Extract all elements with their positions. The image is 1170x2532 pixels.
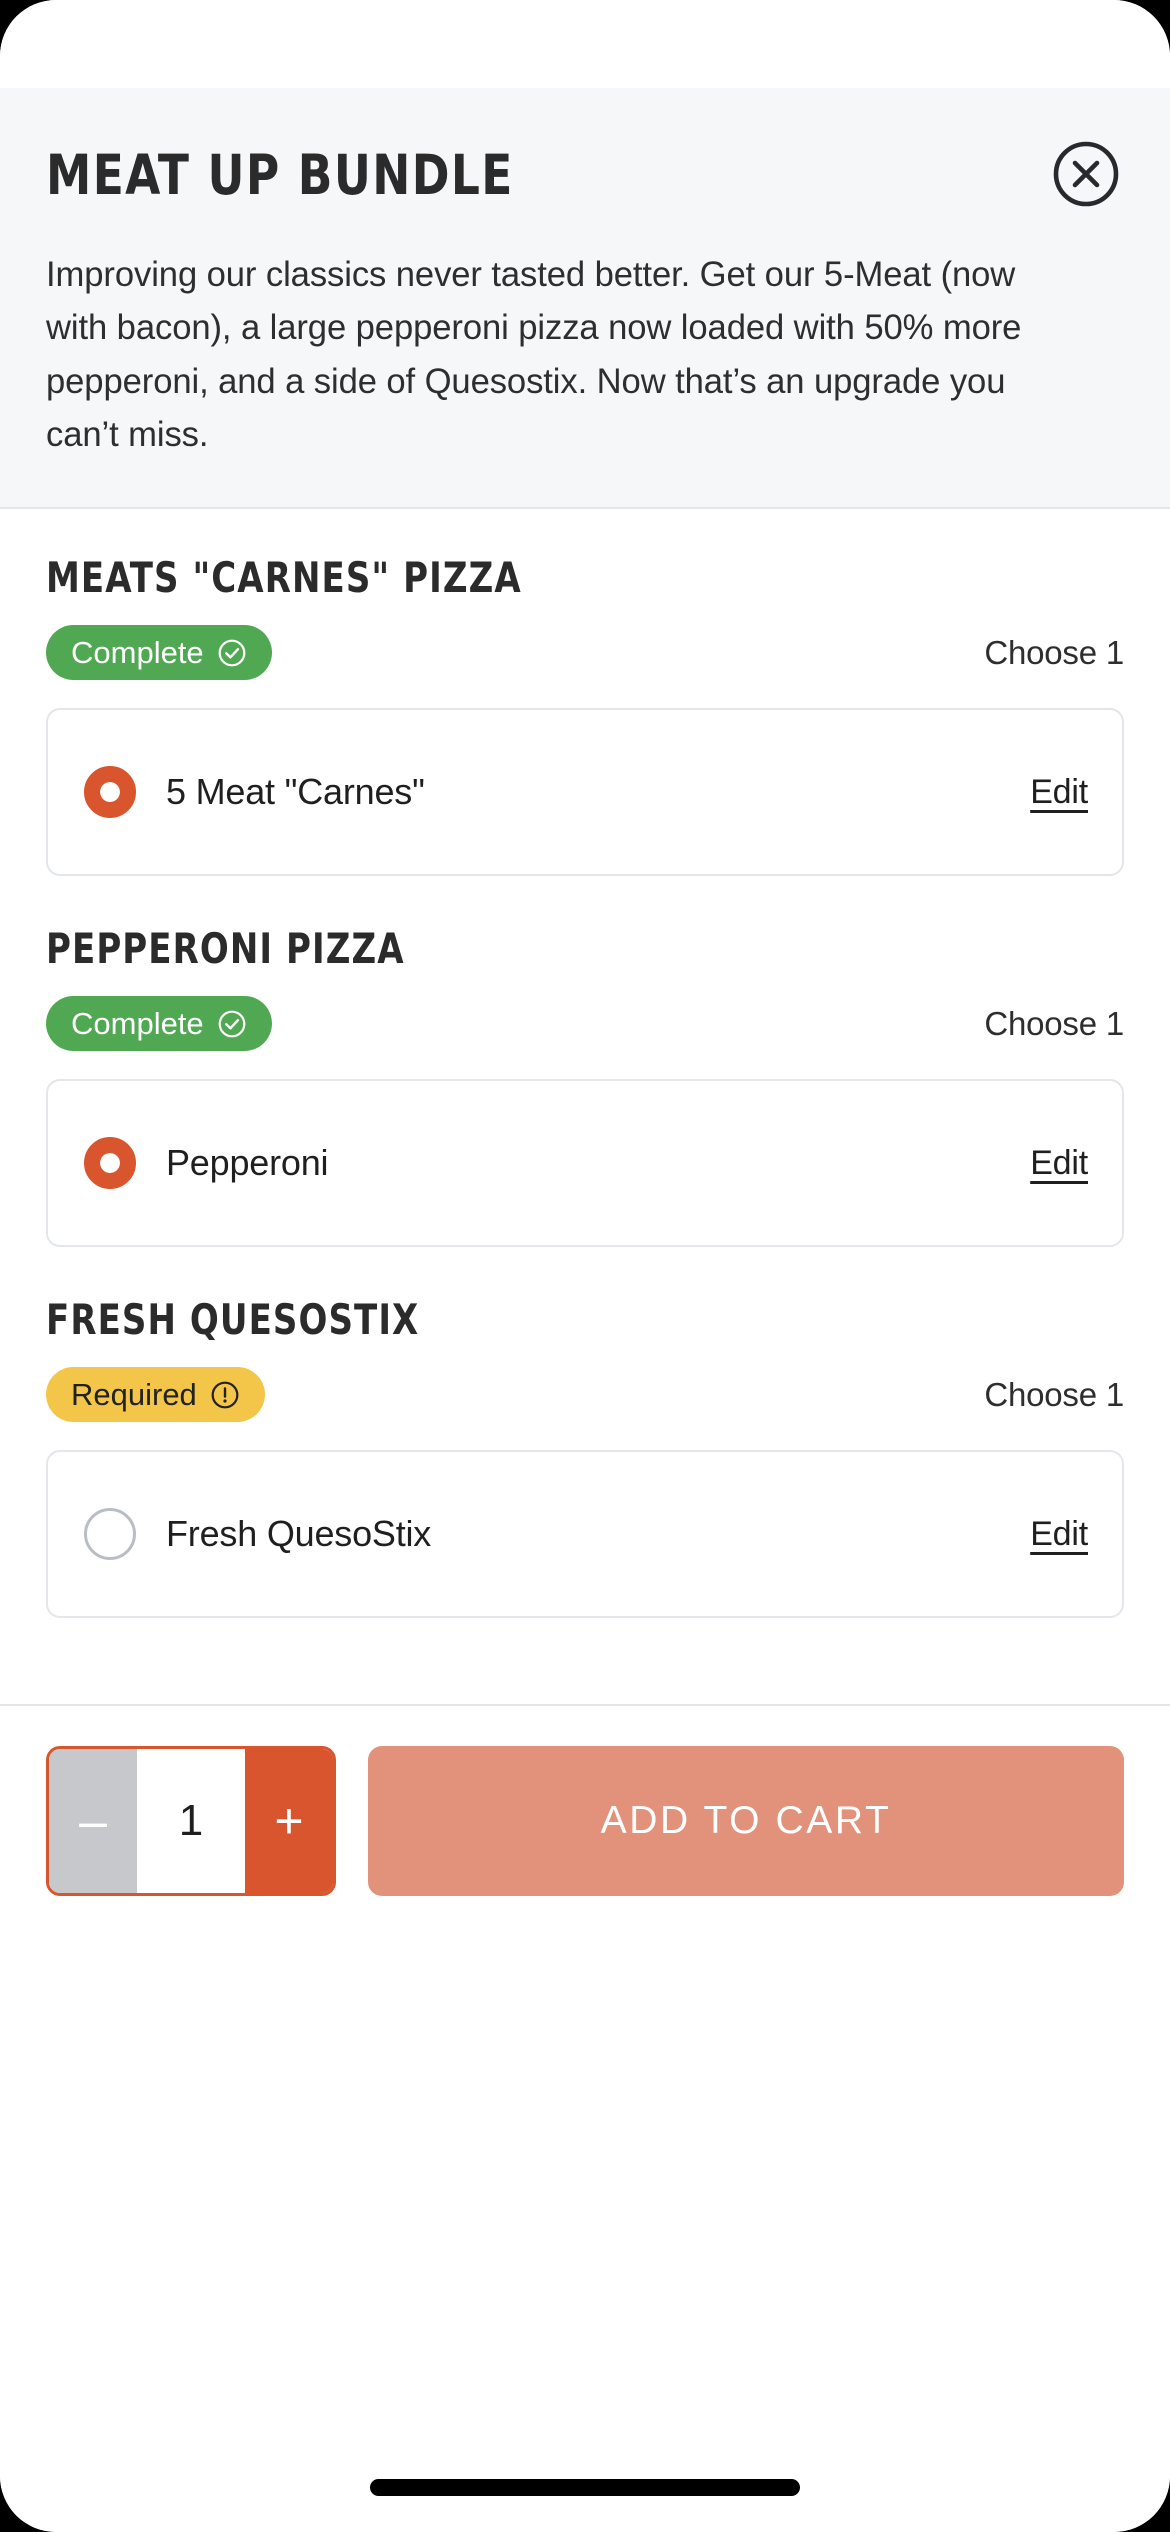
option-row[interactable]: 5 Meat "Carnes" Edit xyxy=(46,708,1124,876)
edit-link[interactable]: Edit xyxy=(1030,773,1088,812)
choose-count-label: Choose 1 xyxy=(984,633,1124,671)
page-title: Meat Up Bundle xyxy=(46,143,514,207)
add-to-cart-button[interactable]: Add to Cart xyxy=(368,1746,1124,1896)
group-meta-row: Complete Choose 1 xyxy=(46,625,1124,680)
option-groups-list: Meats "Carnes" Pizza Complete Choose 1 5… xyxy=(0,509,1170,1704)
edit-link[interactable]: Edit xyxy=(1030,1144,1088,1183)
minus-icon: – xyxy=(79,1793,107,1849)
option-row[interactable]: Fresh QuesoStix Edit xyxy=(46,1450,1124,1618)
option-label: Pepperoni xyxy=(166,1142,329,1183)
footer-action-bar: – 1 + Add to Cart xyxy=(0,1704,1170,1896)
body-bottom-spacer xyxy=(46,1618,1124,1704)
close-circle-icon[interactable] xyxy=(1052,140,1120,208)
radio-button-selected[interactable] xyxy=(84,1137,136,1189)
option-group: Pepperoni Pizza Complete Choose 1 Pepper… xyxy=(46,876,1124,1247)
status-bar-safe-area xyxy=(0,0,1170,88)
exclamation-circle-icon xyxy=(211,1381,239,1408)
option-group: Fresh Quesostix Required Choose 1 Fresh … xyxy=(46,1247,1124,1618)
group-title: Pepperoni Pizza xyxy=(46,924,405,973)
home-indicator xyxy=(370,2478,800,2496)
group-meta-row: Required Choose 1 xyxy=(46,1367,1124,1422)
status-badge-label: Complete xyxy=(71,635,204,670)
status-badge-label: Complete xyxy=(71,1006,204,1041)
app-screen: Meat Up Bundle Improving our classics ne… xyxy=(0,0,1170,2532)
group-title: Meats "Carnes" Pizza xyxy=(46,553,522,602)
edit-link[interactable]: Edit xyxy=(1030,1515,1088,1554)
option-group: Meats "Carnes" Pizza Complete Choose 1 5… xyxy=(46,509,1124,876)
group-meta-row: Complete Choose 1 xyxy=(46,996,1124,1051)
radio-button-selected[interactable] xyxy=(84,766,136,818)
increment-quantity-button[interactable]: + xyxy=(245,1749,333,1893)
decrement-quantity-button[interactable]: – xyxy=(49,1749,137,1893)
quantity-value: 1 xyxy=(137,1749,245,1893)
choose-count-label: Choose 1 xyxy=(984,1004,1124,1042)
radio-button-unselected[interactable] xyxy=(84,1508,136,1560)
quantity-stepper[interactable]: – 1 + xyxy=(46,1746,336,1896)
modal-header-top-row: Meat Up Bundle xyxy=(46,140,1124,208)
option-label: 5 Meat "Carnes" xyxy=(166,771,425,812)
home-indicator-area xyxy=(0,2442,1170,2532)
bundle-description: Improving our classics never tasted bett… xyxy=(46,254,1022,454)
check-circle-icon xyxy=(218,1010,246,1037)
group-title: Fresh Quesostix xyxy=(46,1295,420,1344)
status-badge-label: Required xyxy=(71,1377,197,1412)
modal-header: Meat Up Bundle Improving our classics ne… xyxy=(0,88,1170,509)
option-row[interactable]: Pepperoni Edit xyxy=(46,1079,1124,1247)
option-label: Fresh QuesoStix xyxy=(166,1513,432,1554)
plus-icon: + xyxy=(274,1793,304,1849)
check-circle-icon xyxy=(218,639,246,666)
status-badge: Complete xyxy=(46,625,272,680)
status-badge: Complete xyxy=(46,996,272,1051)
choose-count-label: Choose 1 xyxy=(984,1375,1124,1413)
status-badge: Required xyxy=(46,1367,265,1422)
